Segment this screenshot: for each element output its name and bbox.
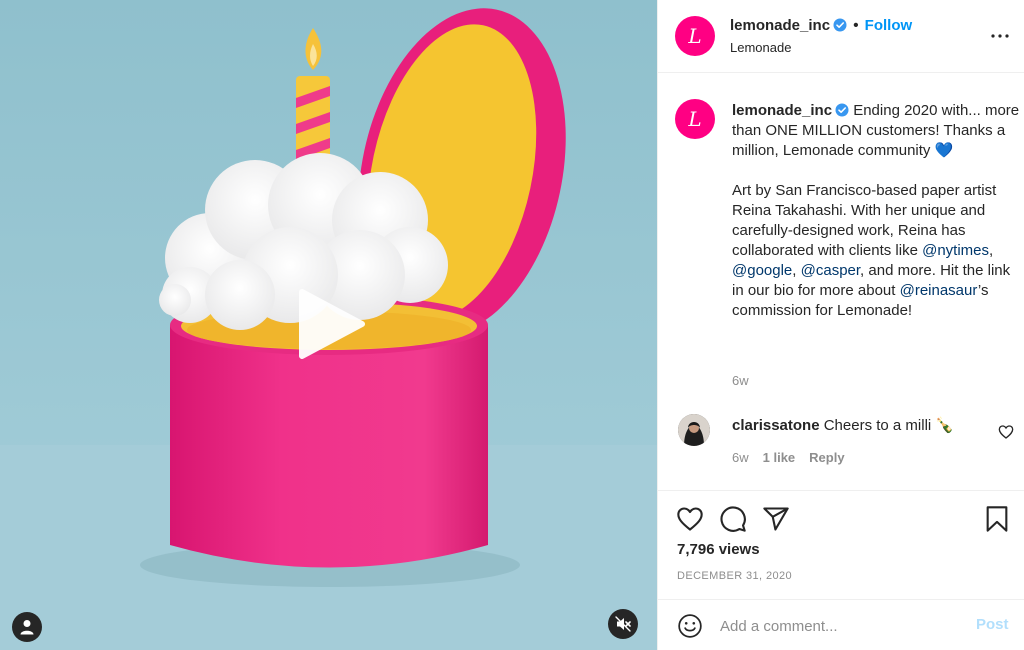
commenter-username[interactable]: clarissatone bbox=[732, 417, 820, 434]
reply-button[interactable]: Reply bbox=[809, 450, 844, 465]
post-caption: lemonade_inc Ending 2020 with... more th… bbox=[732, 101, 1020, 321]
separator-dot: • bbox=[853, 17, 859, 34]
author-line: lemonade_inc • Follow bbox=[730, 17, 912, 34]
mention-link[interactable]: @reinasaur bbox=[900, 282, 978, 299]
commenter-avatar[interactable] bbox=[678, 414, 710, 446]
comment-meta: 6w 1 like Reply bbox=[732, 450, 859, 465]
avatar-letter: L bbox=[688, 24, 702, 48]
author-avatar[interactable]: L bbox=[675, 16, 715, 56]
share-icon bbox=[763, 507, 789, 531]
verified-badge-icon bbox=[835, 103, 849, 117]
caption-username[interactable]: lemonade_inc bbox=[732, 102, 832, 119]
post-comment-button[interactable]: Post bbox=[976, 616, 1009, 633]
audio-toggle-button[interactable] bbox=[608, 609, 638, 639]
caption-paragraph-2: Art by San Francisco-based paper artist … bbox=[732, 181, 1020, 321]
save-button[interactable] bbox=[983, 505, 1011, 533]
emoji-button[interactable] bbox=[677, 613, 703, 639]
caption-text: , bbox=[989, 242, 994, 259]
comment-input[interactable] bbox=[720, 614, 960, 638]
comment-text: Cheers to a milli 🍾 bbox=[819, 417, 955, 434]
post-date[interactable]: DECEMBER 31, 2020 bbox=[677, 570, 792, 582]
muted-speaker-icon bbox=[615, 616, 631, 632]
verified-badge-icon bbox=[833, 18, 847, 32]
mention-link[interactable]: @google bbox=[732, 262, 792, 279]
user-tag-icon bbox=[20, 620, 34, 635]
comment-button[interactable] bbox=[719, 505, 747, 533]
caption-paragraph-1: lemonade_inc Ending 2020 with... more th… bbox=[732, 101, 1020, 161]
comment-timestamp[interactable]: 6w bbox=[732, 450, 749, 465]
avatar-letter: L bbox=[688, 107, 702, 131]
post-media[interactable] bbox=[0, 0, 657, 650]
author-username[interactable]: lemonade_inc bbox=[730, 17, 830, 34]
caption-avatar[interactable]: L bbox=[675, 99, 715, 139]
comment-body: clarissatone Cheers to a milli 🍾 bbox=[732, 416, 954, 434]
more-options-icon bbox=[991, 34, 1009, 38]
user-tags-button[interactable] bbox=[12, 612, 42, 642]
play-button[interactable] bbox=[296, 288, 366, 360]
like-comment-button[interactable] bbox=[998, 424, 1014, 440]
comment-icon bbox=[720, 506, 746, 532]
caption-text: , bbox=[792, 262, 801, 279]
add-comment-bar: Post bbox=[658, 599, 1024, 650]
play-icon bbox=[299, 289, 365, 359]
comment-likes[interactable]: 1 like bbox=[763, 450, 796, 465]
emoji-icon bbox=[678, 614, 702, 638]
like-button[interactable] bbox=[676, 505, 704, 533]
caption-timestamp[interactable]: 6w bbox=[732, 373, 749, 388]
heart-icon bbox=[677, 507, 703, 531]
view-count[interactable]: 7,796 views bbox=[677, 541, 760, 558]
post-header: L lemonade_inc • Follow Lemonade bbox=[658, 0, 1024, 73]
mention-link[interactable]: @casper bbox=[801, 262, 860, 279]
bookmark-icon bbox=[986, 506, 1008, 532]
author-subtitle[interactable]: Lemonade bbox=[730, 40, 791, 55]
commenter-avatar-image bbox=[678, 414, 710, 446]
follow-button[interactable]: Follow bbox=[865, 17, 913, 34]
share-button[interactable] bbox=[762, 505, 790, 533]
post-side-panel: L lemonade_inc • Follow Lemonade L lemon… bbox=[657, 0, 1024, 650]
more-options-button[interactable] bbox=[988, 24, 1012, 48]
heart-outline-icon bbox=[998, 425, 1014, 439]
mention-link[interactable]: @nytimes bbox=[922, 242, 989, 259]
